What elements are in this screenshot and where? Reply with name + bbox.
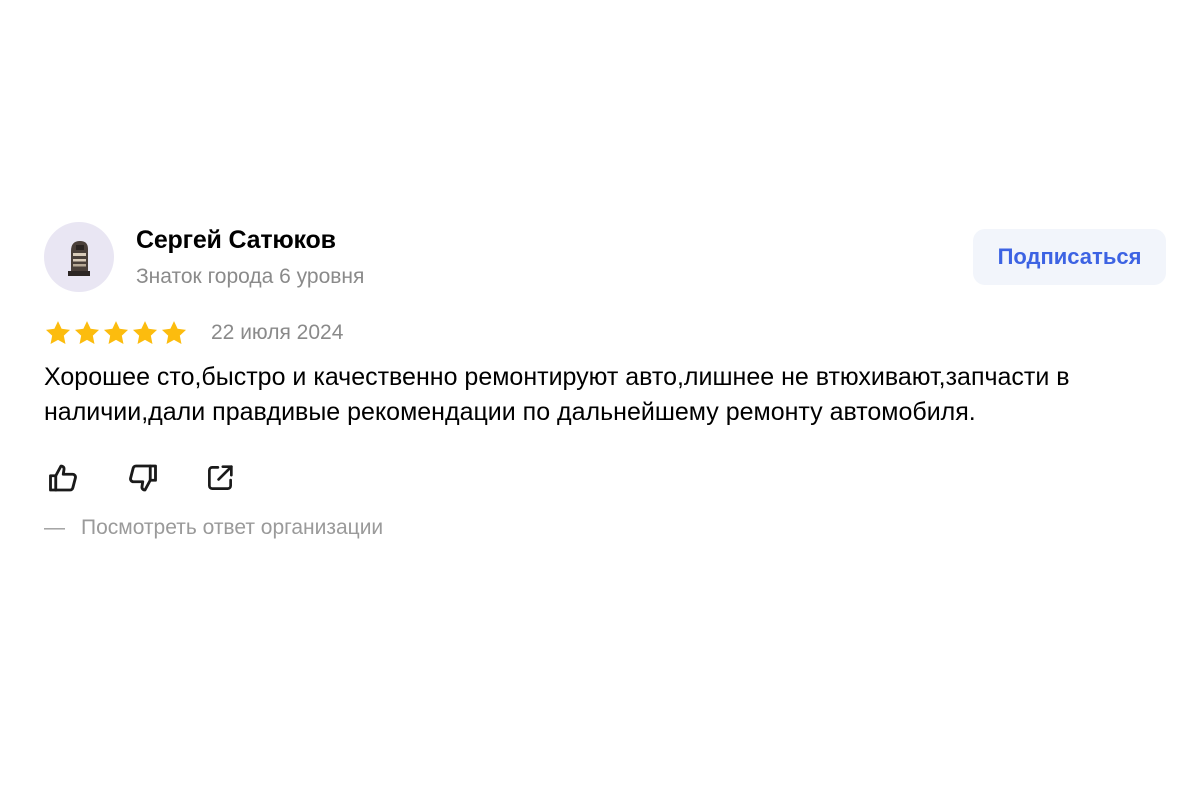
star-rating	[44, 319, 188, 347]
rating-row: 22 июля 2024	[44, 318, 1166, 348]
share-icon	[208, 465, 233, 490]
star-icon	[74, 321, 100, 344]
review-text: Хорошее сто,быстро и качественно ремонти…	[44, 363, 1070, 426]
review-card: Сергей Сатюков Знаток города 6 уровня По…	[44, 222, 1166, 540]
author-name[interactable]: Сергей Сатюков	[136, 226, 336, 255]
dislike-button[interactable]	[122, 458, 162, 498]
thumbs-down-icon	[129, 464, 157, 492]
review-header: Сергей Сатюков Знаток города 6 уровня По…	[44, 222, 1166, 294]
moai-statue-icon	[68, 241, 90, 276]
star-icon	[161, 321, 187, 344]
like-button[interactable]	[44, 458, 84, 498]
avatar[interactable]	[44, 222, 114, 292]
author-level: Знаток города 6 уровня	[136, 265, 365, 288]
share-button[interactable]	[200, 458, 240, 498]
star-icon	[103, 321, 129, 344]
thumbs-up-icon	[49, 464, 77, 492]
org-reply-dash: —	[44, 516, 65, 539]
view-org-reply-link[interactable]: — Посмотреть ответ организации	[44, 516, 1166, 540]
subscribe-button[interactable]: Подписаться	[973, 229, 1166, 285]
org-reply-label: Посмотреть ответ организации	[81, 516, 384, 539]
star-icon	[132, 321, 158, 344]
review-actions	[44, 458, 1166, 498]
review-date: 22 июля 2024	[211, 321, 344, 344]
star-icon	[45, 321, 71, 344]
